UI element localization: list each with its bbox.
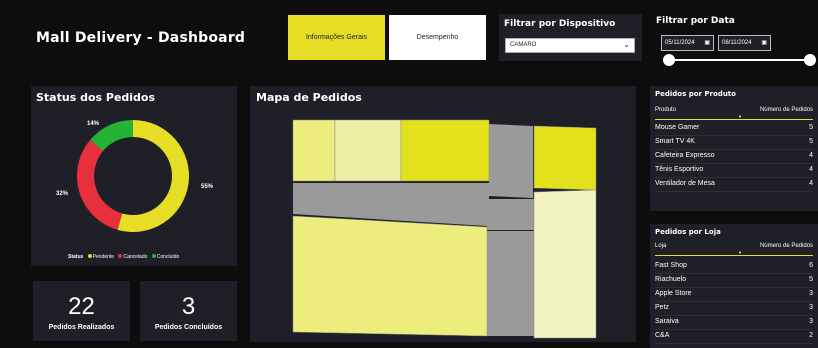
donut-slice-cancelado[interactable] [76,139,123,230]
sort-arrow-icon[interactable]: ▼ [738,250,742,255]
date-filter-label: Filtrar por Data [656,16,735,26]
device-filter: Filtrar por Dispositivo CAMARO ⌄ [499,14,642,61]
table-row[interactable]: Fast Shop 6 [655,260,813,274]
table-cell-count: 3 [809,304,813,311]
legend-dot-pendente [87,254,92,258]
map-road [487,231,534,336]
status-legend: Status Pendente Cancelado Concluído [68,254,179,260]
status-donut-chart [76,120,189,232]
kpi-realizados-value: 22 [68,293,95,320]
table-cell-count: 4 [809,180,813,187]
table-row[interactable]: Cafeteira Expresso 4 [655,150,813,164]
map-road [489,124,533,198]
table-row[interactable]: Apple Store 3 [655,288,813,302]
start-date-input[interactable]: 05/11/2024 ▣ [661,35,714,51]
products-table-title: Pedidos por Produto [655,90,736,98]
table-row[interactable]: Tênis Esportivo 4 [655,164,813,178]
table-cell-count: 4 [809,152,813,159]
table-cell-count: 5 [809,124,813,131]
date-filter: Filtrar por Data 05/11/2024 ▣ 08/11/2024… [652,12,818,68]
cancelado-percent-label: 32% [56,191,69,197]
table-row[interactable]: Saraiva 3 [655,316,813,330]
column-header-numero-pedidos[interactable]: Número de Pedidos [760,243,813,249]
calendar-icon: ▣ [704,40,710,46]
table-cell-count: 6 [809,262,813,269]
pendente-percent-label: 55% [201,184,214,190]
date-slider-end-handle[interactable] [804,54,816,66]
table-row[interactable]: C&A 2 [655,330,813,344]
table-cell-count: 2 [809,332,813,339]
end-date-value: 08/11/2024 [722,40,752,46]
chevron-down-icon: ⌄ [623,40,630,49]
table-cell-count: 5 [809,276,813,283]
column-header-loja[interactable]: Loja [655,243,666,249]
table-cell-name: C&A [655,332,670,339]
table-cell-name: Riachuelo [655,276,687,283]
date-slider-track[interactable] [668,59,814,61]
table-cell-name: Apple Store [655,290,692,297]
legend-pendente: Pendente [92,254,115,260]
products-table-panel: Pedidos por Produto Produto Número de Pe… [650,86,818,211]
device-select[interactable]: CAMARO ⌄ [505,38,635,53]
legend-dot-concluido [151,254,156,258]
table-cell-name: Tênis Esportivo [655,166,704,173]
tab-desempenho[interactable]: Desempenho [389,15,486,60]
end-date-input[interactable]: 08/11/2024 ▣ [718,35,771,51]
map-block[interactable] [334,119,402,182]
device-select-value: CAMARO [510,42,537,48]
stores-table-panel: Pedidos por Loja Loja Número de Pedidos … [650,224,818,348]
table-cell-name: Fast Shop [655,262,687,269]
table-cell-name: Ventilador de Mesa [655,180,715,187]
map-block[interactable] [533,189,597,339]
table-cell-name: Smart TV 4K [655,138,695,145]
sort-arrow-icon[interactable]: ▼ [738,114,742,119]
map-panel: Mapa de Pedidos [250,86,636,342]
table-cell-count: 3 [809,318,813,325]
start-date-value: 05/11/2024 [665,40,695,46]
table-row[interactable]: Mouse Gamer 5 [655,122,813,136]
products-table-header: Produto Número de Pedidos ▼ [655,104,813,120]
kpi-pedidos-realizados: 22 Pedidos Realizados [33,281,130,341]
orders-map[interactable] [250,86,636,342]
legend-concluido: Concluído [156,254,180,260]
column-header-numero-pedidos[interactable]: Número de Pedidos [760,107,813,113]
status-panel: Status dos Pedidos 14% 55% 32% Status Pe… [31,86,237,266]
table-cell-name: Mouse Gamer [655,124,700,131]
legend-cancelado: Cancelado [123,254,148,260]
map-block-highlight[interactable] [400,119,490,182]
calendar-icon: ▣ [761,40,767,46]
table-cell-name: Cafeteira Expresso [655,152,715,159]
kpi-realizados-label: Pedidos Realizados [48,324,115,331]
date-slider-start-handle[interactable] [663,54,675,66]
map-block[interactable] [292,119,336,182]
table-row[interactable]: Riachuelo 5 [655,274,813,288]
legend-dot-cancelado [118,254,123,258]
table-row[interactable]: Ventilador de Mesa 4 [655,178,813,192]
dashboard-title: Mall Delivery - Dashboard [36,30,246,46]
concluido-percent-label: 14% [87,121,100,127]
table-cell-count: 4 [809,166,813,173]
stores-table-header: Loja Número de Pedidos ▼ [655,240,813,256]
table-cell-name: Saraiva [655,318,679,325]
legend-title: Status [68,254,84,260]
column-header-produto[interactable]: Produto [655,107,676,113]
device-filter-label: Filtrar por Dispositivo [504,19,616,29]
stores-table-title: Pedidos por Loja [655,228,721,236]
table-cell-name: Petz [655,304,670,311]
table-cell-count: 3 [809,290,813,297]
kpi-concluidos-label: Pedidos Concluídos [154,324,223,331]
map-block[interactable] [292,215,488,337]
table-cell-count: 5 [809,138,813,145]
kpi-concluidos-value: 3 [181,293,196,320]
table-row[interactable]: Smart TV 4K 5 [655,136,813,150]
map-block-highlight[interactable] [533,125,597,191]
table-row[interactable]: Petz 3 [655,302,813,316]
kpi-pedidos-concluidos: 3 Pedidos Concluídos [140,281,237,341]
tab-informacoes-gerais[interactable]: Informações Gerais [288,15,385,60]
